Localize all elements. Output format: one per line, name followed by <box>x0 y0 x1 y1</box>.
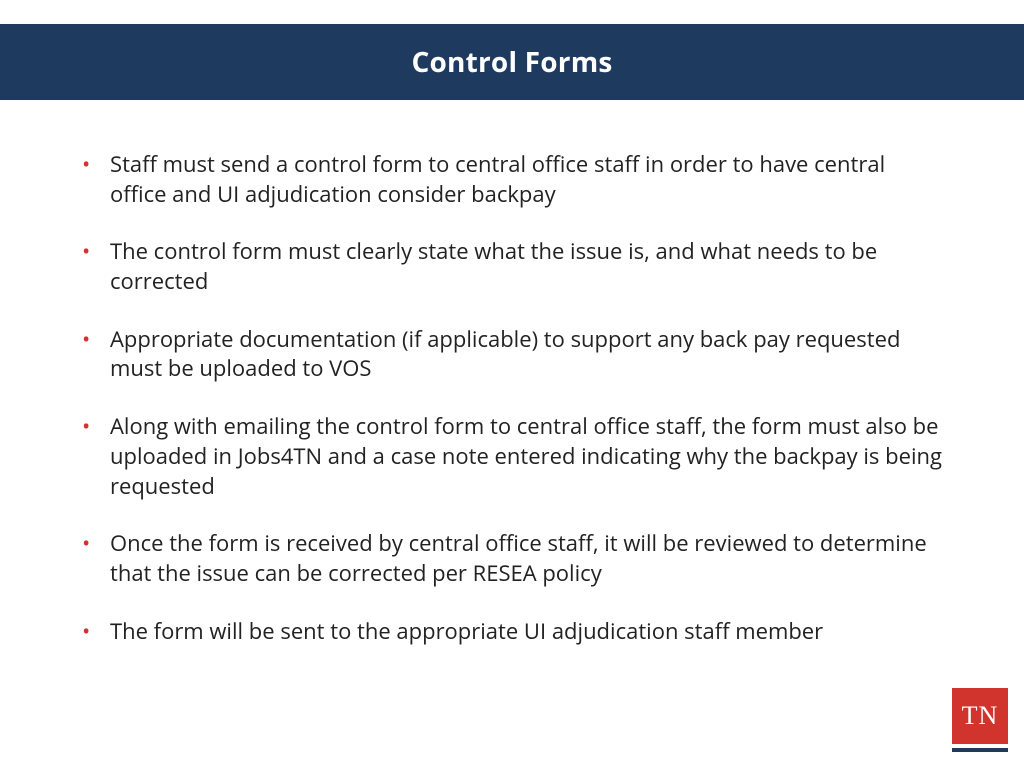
tn-logo-underline <box>952 748 1008 752</box>
list-item: Once the form is received by central off… <box>78 529 946 588</box>
slide: Control Forms Staff must send a control … <box>0 0 1024 768</box>
list-item: Staff must send a control form to centra… <box>78 150 946 209</box>
list-item: Along with emailing the control form to … <box>78 412 946 501</box>
bullet-list: Staff must send a control form to centra… <box>78 150 946 646</box>
tn-logo-text: TN <box>962 701 999 731</box>
list-item: The form will be sent to the appropriate… <box>78 617 946 647</box>
content-area: Staff must send a control form to centra… <box>78 150 946 674</box>
list-item: Appropriate documentation (if applicable… <box>78 325 946 384</box>
page-title: Control Forms <box>411 43 612 81</box>
header-bar: Control Forms <box>0 24 1024 100</box>
tn-logo-box: TN <box>952 688 1008 744</box>
list-item: The control form must clearly state what… <box>78 237 946 296</box>
tn-logo: TN <box>952 688 1008 752</box>
